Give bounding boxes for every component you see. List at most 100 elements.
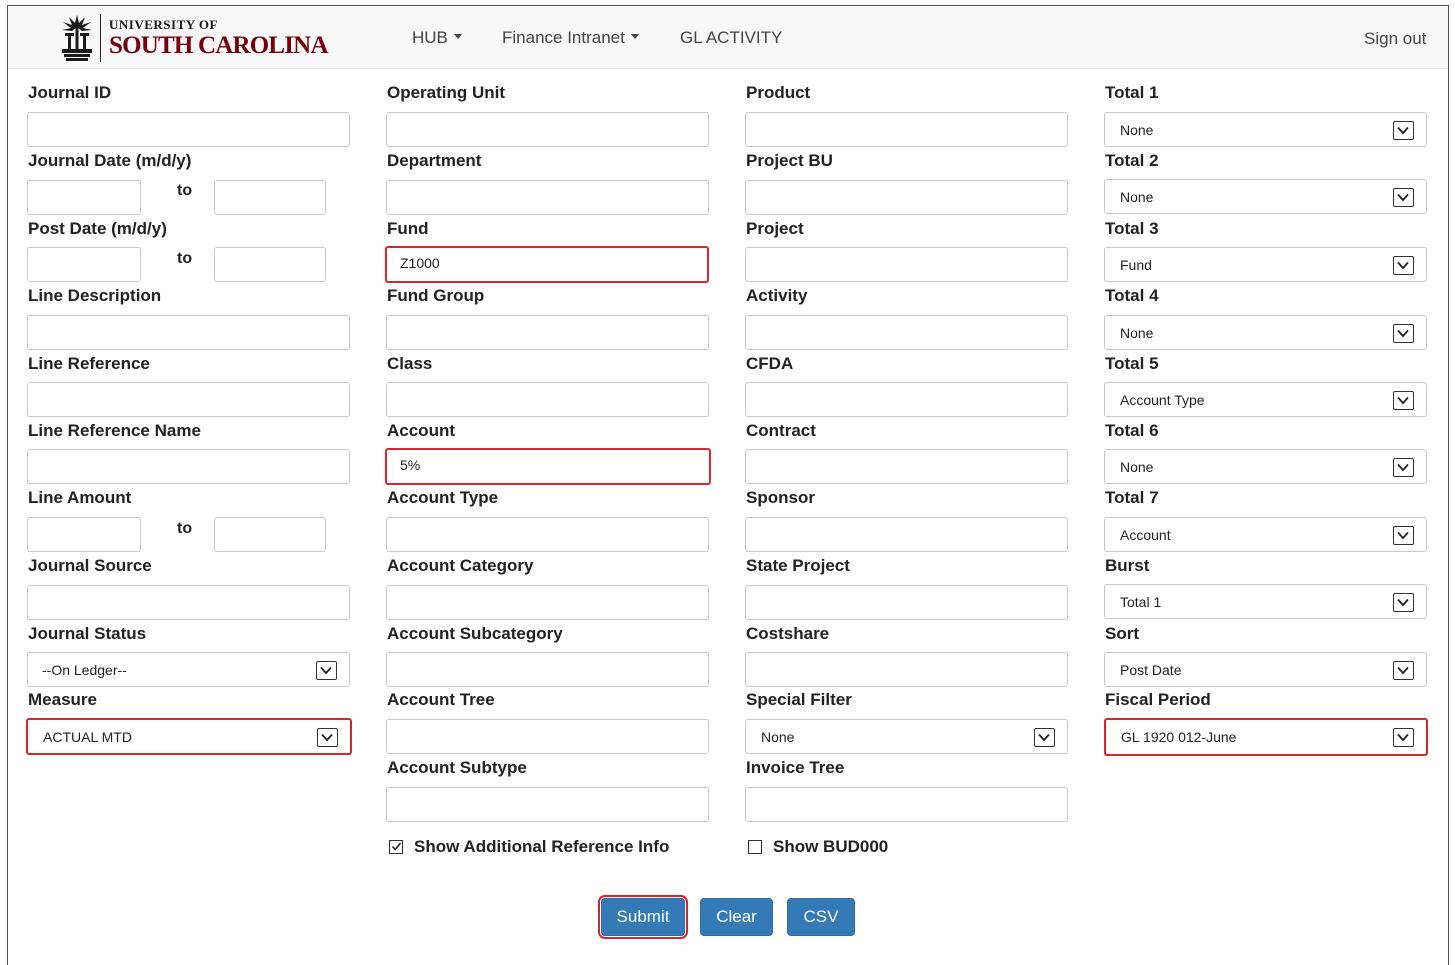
chevron-down-icon: [1393, 593, 1414, 612]
total4-label: Total 4: [1105, 286, 1159, 305]
project-bu-input[interactable]: [745, 180, 1068, 215]
total6-select[interactable]: None: [1104, 449, 1427, 484]
nav-finance-intranet[interactable]: Finance Intranet: [502, 28, 639, 48]
sort-label: Sort: [1105, 624, 1139, 643]
cfda-input[interactable]: [745, 382, 1068, 417]
state-project-input[interactable]: [745, 585, 1068, 620]
sign-out-link[interactable]: Sign out: [1364, 29, 1426, 49]
costshare-input[interactable]: [745, 652, 1068, 687]
clear-button[interactable]: Clear: [700, 898, 773, 936]
fiscal-period-select[interactable]: GL 1920 012-June: [1104, 718, 1428, 756]
show-bud000-checkbox[interactable]: Show BUD000: [748, 837, 888, 857]
total7-select[interactable]: Account: [1104, 517, 1427, 552]
journal-date-to-label: to: [177, 182, 193, 199]
operating-unit-label: Operating Unit: [387, 83, 506, 102]
account-label: Account: [387, 421, 455, 440]
journal-date-to-input[interactable]: [214, 180, 326, 215]
total5-value: Account Type: [1120, 392, 1205, 408]
total3-select[interactable]: Fund: [1104, 247, 1427, 282]
checkbox-unchecked-icon[interactable]: [748, 840, 762, 854]
logo-top-text: UNIVERSITY OF: [109, 17, 218, 32]
total5-select[interactable]: Account Type: [1104, 382, 1427, 417]
nav-gl-activity[interactable]: GL ACTIVITY: [680, 28, 782, 48]
checkbox-checked-icon[interactable]: [389, 840, 403, 854]
special-filter-select[interactable]: None: [745, 719, 1068, 754]
caret-down-icon: [453, 34, 462, 40]
account-type-input[interactable]: [386, 517, 709, 552]
account-type-label: Account Type: [387, 488, 499, 507]
class-input[interactable]: [386, 382, 709, 417]
university-logo[interactable]: UNIVERSITY OF SOUTH CAROLINA: [60, 12, 329, 64]
total2-select[interactable]: None: [1104, 179, 1427, 214]
product-input[interactable]: [745, 112, 1068, 147]
contract-input[interactable]: [745, 449, 1068, 484]
measure-value: ACTUAL MTD: [43, 729, 132, 745]
journal-id-input[interactable]: [27, 112, 350, 147]
chevron-down-icon: [1393, 188, 1414, 207]
account-category-input[interactable]: [386, 585, 709, 620]
burst-label: Burst: [1105, 556, 1150, 575]
journal-status-select[interactable]: --On Ledger--: [27, 652, 350, 687]
account-input[interactable]: 5%: [385, 448, 711, 485]
nav-hub-label: HUB: [412, 28, 448, 47]
line-reference-name-input[interactable]: [27, 449, 350, 484]
nav-finance-intranet-label: Finance Intranet: [502, 28, 625, 47]
chevron-down-icon: [1393, 661, 1414, 680]
account-subcategory-input[interactable]: [386, 652, 709, 687]
cfda-label: CFDA: [746, 354, 794, 373]
account-tree-input[interactable]: [386, 719, 709, 754]
invoice-tree-input[interactable]: [745, 787, 1068, 822]
journal-date-from-input[interactable]: [27, 180, 141, 215]
sort-select[interactable]: Post Date: [1104, 652, 1427, 687]
special-filter-label: Special Filter: [746, 690, 852, 709]
sponsor-input[interactable]: [745, 517, 1068, 552]
project-input[interactable]: [745, 247, 1068, 282]
line-reference-input[interactable]: [27, 382, 350, 417]
palmetto-tree-icon: [62, 15, 92, 61]
operating-unit-input[interactable]: [386, 112, 709, 147]
line-amount-from-input[interactable]: [27, 517, 141, 552]
total1-select[interactable]: None: [1104, 112, 1427, 147]
project-bu-label: Project BU: [746, 151, 833, 170]
post-date-from-input[interactable]: [27, 247, 141, 282]
line-description-input[interactable]: [27, 315, 350, 350]
total3-label: Total 3: [1105, 219, 1159, 238]
total4-value: None: [1120, 325, 1154, 341]
submit-button[interactable]: Submit: [598, 895, 688, 939]
line-amount-to-input[interactable]: [214, 517, 326, 552]
line-reference-name-label: Line Reference Name: [28, 421, 201, 440]
line-description-label: Line Description: [28, 286, 162, 305]
fund-group-input[interactable]: [386, 315, 709, 350]
measure-select[interactable]: ACTUAL MTD: [26, 718, 352, 755]
chevron-down-icon: [317, 728, 338, 747]
sort-value: Post Date: [1120, 662, 1182, 678]
special-filter-value: None: [761, 729, 795, 745]
burst-select[interactable]: Total 1: [1104, 584, 1427, 619]
total4-select[interactable]: None: [1104, 315, 1427, 350]
fund-input[interactable]: Z1000: [385, 246, 709, 283]
logo-divider: [100, 14, 101, 62]
line-amount-to-label: to: [177, 520, 193, 537]
chevron-down-icon: [1393, 256, 1414, 275]
fund-group-label: Fund Group: [387, 286, 485, 305]
total6-value: None: [1120, 459, 1154, 475]
line-amount-label: Line Amount: [28, 488, 132, 507]
total7-label: Total 7: [1105, 488, 1159, 507]
post-date-to-label: to: [177, 250, 193, 267]
nav-hub[interactable]: HUB: [412, 28, 462, 48]
post-date-to-input[interactable]: [214, 247, 326, 282]
journal-source-label: Journal Source: [28, 556, 152, 575]
chevron-down-icon: [1393, 458, 1414, 477]
total1-label: Total 1: [1105, 83, 1159, 102]
journal-source-input[interactable]: [27, 585, 350, 620]
fiscal-period-label: Fiscal Period: [1105, 690, 1211, 709]
sponsor-label: Sponsor: [746, 488, 815, 507]
line-reference-label: Line Reference: [28, 354, 150, 373]
csv-button[interactable]: CSV: [787, 898, 855, 936]
chevron-down-icon: [1393, 324, 1414, 343]
account-subtype-input[interactable]: [386, 787, 709, 822]
activity-input[interactable]: [745, 315, 1068, 350]
department-input[interactable]: [386, 180, 709, 215]
measure-label: Measure: [28, 690, 97, 709]
show-additional-reference-checkbox[interactable]: Show Additional Reference Info: [389, 837, 669, 857]
